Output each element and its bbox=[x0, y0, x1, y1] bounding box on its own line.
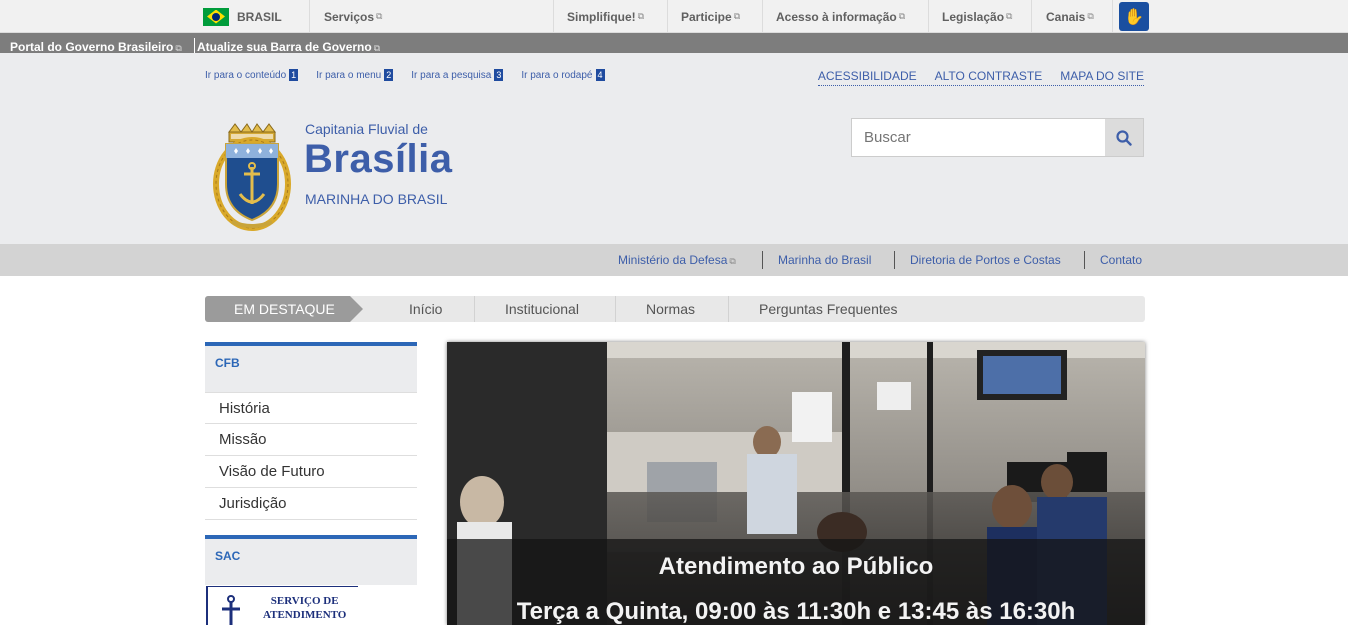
skip-to-search[interactable]: Ir para a pesquisa 3 bbox=[411, 69, 504, 81]
menu-inicio[interactable]: Início bbox=[409, 296, 442, 322]
external-link-icon: ⧉ bbox=[1006, 11, 1013, 21]
external-link-icon: ⧉ bbox=[637, 11, 645, 21]
govbar-canais[interactable]: Canais ⧉ bbox=[1046, 0, 1094, 33]
external-link-icon: ⧉ bbox=[1087, 11, 1094, 21]
sac-banner[interactable]: SERVIÇO DE ATENDIMENTO bbox=[206, 586, 358, 625]
external-link-icon: ⧉ bbox=[898, 11, 906, 21]
site-title[interactable]: Brasília bbox=[304, 137, 453, 182]
accessibility-links: ACESSIBILIDADE ALTO CONTRASTE MAPA DO SI… bbox=[817, 69, 1144, 86]
sac-banner-line1: SERVIÇO DE bbox=[270, 595, 339, 607]
gov-update-bar: Portal do Governo Brasileiro ⧉ Atualize s… bbox=[0, 33, 1348, 54]
search-box bbox=[851, 118, 1144, 157]
atualize-barra-link[interactable]: Atualize sua Barra de Governo ⧉ bbox=[197, 40, 380, 54]
site-header: Ir para o conteúdo 1 Ir para o menu 2 Ir p… bbox=[0, 53, 1348, 244]
hero-caption-title: Atendimento ao Público bbox=[658, 553, 934, 580]
external-link-icon: ⧉ bbox=[376, 11, 383, 21]
govbar-servicos[interactable]: Serviços ⧉ bbox=[324, 0, 382, 33]
service-links-bar: Ministério da Defesa ⧉ Marinha do Brasil … bbox=[0, 244, 1348, 276]
hero-caption-hours: Terça a Quinta, 09:00 às 11:30h e 13:45 … bbox=[516, 598, 1076, 625]
sidebar-item-historia[interactable]: História bbox=[205, 392, 417, 424]
external-link-icon: ⧉ bbox=[733, 11, 741, 21]
govbar-acesso-informacao[interactable]: Acesso à informação ⧉ bbox=[776, 0, 905, 33]
menu-institucional[interactable]: Institucional bbox=[505, 296, 579, 322]
marinha-brasil-link[interactable]: Marinha do Brasil bbox=[778, 253, 871, 267]
sac-banner-line2: ATENDIMENTO bbox=[263, 609, 347, 621]
diretoria-portos-link[interactable]: Diretoria de Portos e Costas bbox=[910, 253, 1061, 267]
vlibras-hands-icon[interactable]: ✋ bbox=[1119, 2, 1149, 31]
search-icon bbox=[1116, 129, 1132, 146]
sitemap-link[interactable]: MAPA DO SITE bbox=[1060, 69, 1144, 83]
portal-governo-link[interactable]: Portal do Governo Brasileiro ⧉ bbox=[10, 40, 182, 54]
brazil-flag-icon bbox=[203, 7, 229, 26]
ministerio-defesa-link[interactable]: Ministério da Defesa ⧉ bbox=[618, 253, 736, 267]
govbar-legislacao[interactable]: Legislação ⧉ bbox=[942, 0, 1012, 33]
external-link-icon: ⧉ bbox=[175, 43, 182, 53]
site-organization: MARINHA DO BRASIL bbox=[305, 191, 448, 207]
hero-caption: Atendimento ao Público Terça a Quinta, 0… bbox=[447, 539, 1145, 625]
navy-coat-of-arms-icon[interactable] bbox=[212, 122, 292, 232]
accessibility-link[interactable]: ACESSIBILIDADE bbox=[818, 69, 917, 83]
brasil-link[interactable]: BRASIL bbox=[203, 0, 282, 33]
high-contrast-link[interactable]: ALTO CONTRASTE bbox=[935, 69, 1043, 83]
govbar-simplifique[interactable]: Simplifique! ⧉ bbox=[567, 0, 644, 33]
menu-normas[interactable]: Normas bbox=[646, 296, 695, 322]
skip-to-menu[interactable]: Ir para o menu 2 bbox=[316, 69, 394, 81]
govbar-participe[interactable]: Participe ⧉ bbox=[681, 0, 740, 33]
brasil-label: BRASIL bbox=[237, 9, 282, 24]
search-input[interactable] bbox=[852, 119, 1105, 156]
sidebar-heading-sac: SAC bbox=[205, 535, 417, 585]
government-bar: BRASIL Serviços ⧉ Simplifique! ⧉ Participe… bbox=[0, 0, 1348, 33]
external-link-icon: ⧉ bbox=[729, 256, 736, 266]
sidebar-item-visao-futuro[interactable]: Visão de Futuro bbox=[205, 456, 417, 488]
sidebar-item-jurisdicao[interactable]: Jurisdição bbox=[205, 488, 417, 520]
anchor-icon bbox=[222, 595, 240, 625]
search-button[interactable] bbox=[1105, 119, 1143, 156]
skip-links: Ir para o conteúdo 1 Ir para o menu 2 Ir p… bbox=[205, 69, 605, 81]
sidebar-item-missao[interactable]: Missão bbox=[205, 424, 417, 456]
menu-perguntas-frequentes[interactable]: Perguntas Frequentes bbox=[759, 296, 898, 322]
skip-to-footer[interactable]: Ir para o rodapé 4 bbox=[521, 69, 605, 81]
em-destaque-label: EM DESTAQUE bbox=[205, 296, 363, 322]
contato-link[interactable]: Contato bbox=[1100, 253, 1142, 267]
main-menu-bar: EM DESTAQUE Início Institucional Normas … bbox=[205, 296, 1145, 322]
sidebar-heading-cfb: CFB bbox=[205, 342, 417, 392]
hero-slide[interactable]: Atendimento ao Público Terça a Quinta, 0… bbox=[447, 342, 1145, 625]
skip-to-content[interactable]: Ir para o conteúdo 1 bbox=[205, 69, 299, 81]
site-subtitle: Capitania Fluvial de bbox=[305, 121, 428, 137]
external-link-icon: ⧉ bbox=[373, 43, 381, 53]
